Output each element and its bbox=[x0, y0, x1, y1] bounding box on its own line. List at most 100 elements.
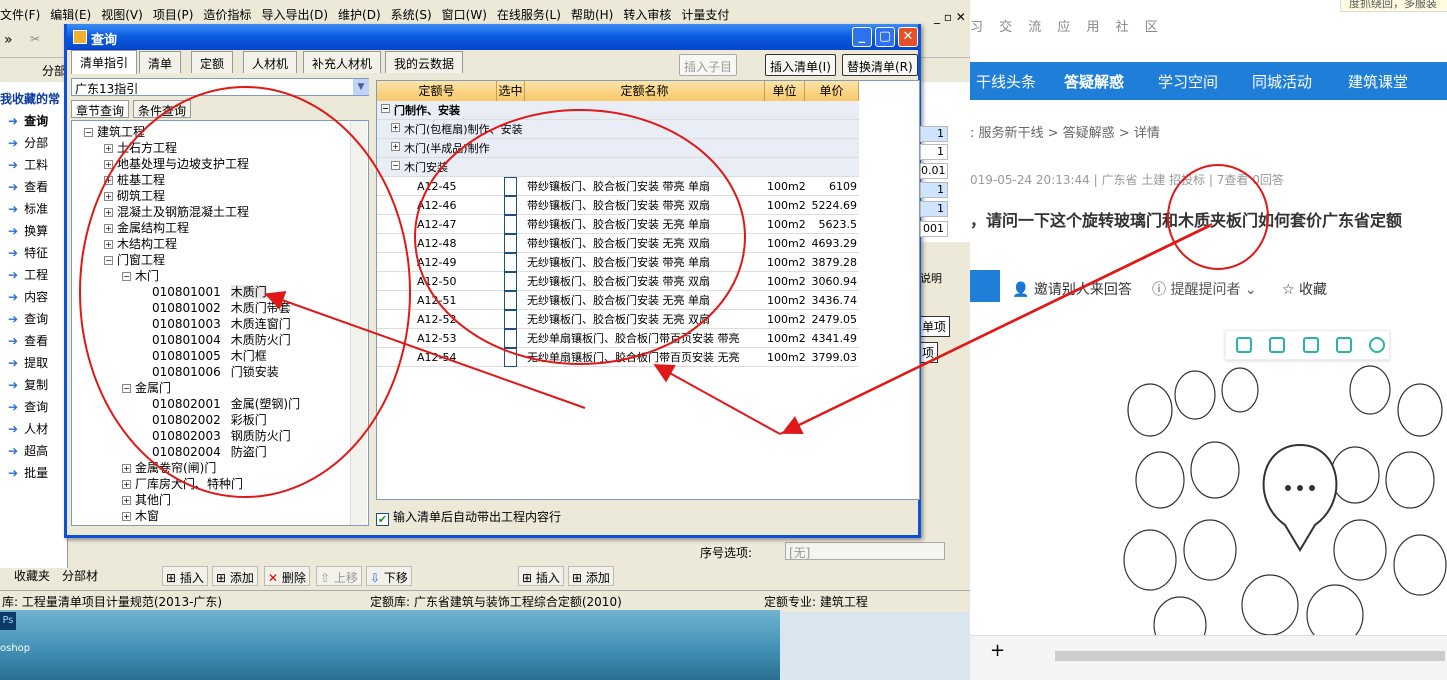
auto-content-option[interactable]: ✔ 输入清单后自动带出工程内容行 bbox=[376, 508, 561, 526]
tree-node[interactable]: + 地基处理与边坡支护工程 bbox=[104, 156, 249, 172]
tree-node[interactable]: + 木窗 bbox=[122, 508, 159, 524]
left-panel-item[interactable]: ➔ 查看 bbox=[8, 178, 48, 195]
favorite-link[interactable]: ☆ 收藏 bbox=[1282, 279, 1327, 299]
tree-node[interactable]: 010802001 金属(塑钢)门 bbox=[152, 396, 300, 412]
tree-node[interactable]: 010801005 木门框 bbox=[152, 348, 267, 364]
chevron-down-icon[interactable]: ▼ bbox=[353, 79, 369, 95]
menu-item[interactable]: 计量支付 bbox=[681, 8, 729, 22]
left-panel-item[interactable]: ➔ 查询 bbox=[8, 398, 48, 415]
overflow-icon[interactable]: » bbox=[4, 32, 13, 48]
table-row[interactable]: A12-53 无纱单扇镶板门、胶合板门带百页安装 带亮 100m2 4341.49 bbox=[377, 329, 859, 348]
collapse-icon[interactable]: − bbox=[104, 256, 113, 265]
left-panel-item[interactable]: ➔ 人材 bbox=[8, 420, 48, 437]
close-button[interactable]: ✕ bbox=[898, 27, 918, 47]
left-panel-item[interactable]: ➜ 查询 bbox=[8, 112, 48, 129]
grid-group-row[interactable]: + 木门(半成品)制作 bbox=[377, 139, 859, 158]
tree-node[interactable]: 010801006 门锁安装 bbox=[152, 364, 279, 380]
expand-icon[interactable]: + bbox=[104, 144, 113, 153]
left-panel-item[interactable]: ➔ 批量 bbox=[8, 464, 48, 481]
table-row[interactable]: A12-50 无纱镶板门、胶合板门安装 带亮 双扇 100m2 3060.94 bbox=[377, 272, 859, 291]
expand-icon[interactable]: + bbox=[122, 496, 131, 505]
menu-item[interactable]: 编辑(E) bbox=[50, 8, 91, 22]
nav-item-headline[interactable]: 干线头条 bbox=[976, 71, 1036, 92]
grid-header[interactable]: 定额名称 bbox=[525, 81, 765, 101]
tree-scrollbar[interactable] bbox=[350, 121, 367, 525]
expand-icon[interactable]: + bbox=[104, 176, 113, 185]
menu-item[interactable]: 在线服务(L) bbox=[497, 8, 561, 22]
add-button-2[interactable]: ⊞ 添加 bbox=[568, 566, 614, 586]
left-panel-item[interactable]: ➔ 内容 bbox=[8, 288, 48, 305]
insert-button-2[interactable]: ⊞ 插入 bbox=[518, 566, 564, 586]
left-panel-item[interactable]: ➔ 超高 bbox=[8, 442, 48, 459]
left-panel-item[interactable]: ➔ 复制 bbox=[8, 376, 48, 393]
seq-option-select[interactable]: [无] bbox=[785, 542, 945, 560]
add-button[interactable]: ⊞ 添加 bbox=[212, 566, 258, 586]
tree-node[interactable]: − 木门 bbox=[122, 268, 159, 284]
select-checkbox[interactable] bbox=[504, 215, 517, 234]
maximize-button[interactable]: ▢ bbox=[875, 27, 895, 47]
expand-icon[interactable]: + bbox=[104, 160, 113, 169]
table-row[interactable]: A12-52 无纱镶板门、胶合板门安装 无亮 双扇 100m2 2479.05 bbox=[377, 310, 859, 329]
horizontal-scrollbar[interactable] bbox=[1055, 651, 1445, 661]
table-row[interactable]: A12-48 带纱镶板门、胶合板门安装 无亮 双扇 100m2 4693.29 bbox=[377, 234, 859, 253]
left-panel-item[interactable]: ➔ 分部 bbox=[8, 134, 48, 151]
left-panel-item[interactable]: ➔ 工料 bbox=[8, 156, 48, 173]
nav-item-local-events[interactable]: 同城活动 bbox=[1252, 71, 1312, 92]
expand-icon[interactable]: + bbox=[104, 240, 113, 249]
table-row[interactable]: A12-49 无纱镶板门、胶合板门安装 带亮 单扇 100m2 3879.28 bbox=[377, 253, 859, 272]
tree-node[interactable]: + 木结构工程 bbox=[104, 236, 177, 252]
single-item-button[interactable]: 单项 bbox=[918, 316, 951, 337]
table-row[interactable]: A12-54 无纱单扇镶板门、胶合板门带百页安装 无亮 100m2 3799.03 bbox=[377, 348, 859, 367]
collapse-icon[interactable]: − bbox=[122, 384, 131, 393]
menu-item[interactable]: 帮助(H) bbox=[571, 8, 613, 22]
answer-button[interactable] bbox=[970, 270, 1000, 302]
select-checkbox[interactable] bbox=[504, 329, 517, 348]
move-up-button[interactable]: ⇧ 上移 bbox=[316, 566, 362, 586]
menu-item[interactable]: 视图(V) bbox=[101, 8, 143, 22]
table-row[interactable]: A12-46 带纱镶板门、胶合板门安装 带亮 双扇 100m2 5224.69 bbox=[377, 196, 859, 215]
tree-node[interactable]: 010801002 木质门带套 bbox=[152, 300, 291, 316]
tree-node[interactable]: + 混凝土及钢筋混凝土工程 bbox=[104, 204, 249, 220]
tab-favorites[interactable]: 收藏夹 bbox=[14, 567, 50, 584]
select-checkbox[interactable] bbox=[504, 348, 517, 367]
value-cell[interactable]: 1 bbox=[920, 182, 948, 198]
grid-group-row[interactable]: − 门制作、安装 bbox=[377, 101, 859, 120]
menu-item[interactable]: 窗口(W) bbox=[442, 8, 487, 22]
tree-node[interactable]: − 门窗工程 bbox=[104, 252, 165, 268]
left-panel-item[interactable]: ➔ 标准 bbox=[8, 200, 48, 217]
left-panel-item[interactable]: ➔ 提取 bbox=[8, 354, 48, 371]
menu-item[interactable]: 造价指标 bbox=[203, 8, 251, 22]
value-cell[interactable]: 1 bbox=[920, 126, 948, 142]
tab-labor-material[interactable]: 人材机 bbox=[243, 51, 298, 73]
grid-group-row[interactable]: − 木门安装 bbox=[377, 158, 859, 177]
menu-item[interactable]: 系统(S) bbox=[391, 8, 432, 22]
tree-node[interactable]: + 金属结构工程 bbox=[104, 220, 189, 236]
grid-header[interactable]: 单位 bbox=[765, 81, 805, 101]
expand-icon[interactable]: + bbox=[104, 224, 113, 233]
expand-icon[interactable]: + bbox=[122, 480, 131, 489]
tab-condition-query[interactable]: 条件查询 bbox=[133, 100, 192, 118]
expand-icon[interactable]: + bbox=[104, 208, 113, 217]
table-row[interactable]: A12-51 无纱镶板门、胶合板门安装 无亮 单扇 100m2 3436.74 bbox=[377, 291, 859, 310]
plus-icon[interactable]: + bbox=[990, 640, 1005, 661]
expand-icon[interactable]: + bbox=[104, 192, 113, 201]
cut-icon[interactable]: ✂ bbox=[30, 32, 40, 46]
tree-node[interactable]: 010802002 彩板门 bbox=[152, 412, 267, 428]
tree-node[interactable]: 010801004 木质防火门 bbox=[152, 332, 291, 348]
tree-node[interactable]: + 砌筑工程 bbox=[104, 188, 165, 204]
select-checkbox[interactable] bbox=[504, 253, 517, 272]
invite-link[interactable]: 👤 邀请别人来回答 bbox=[1012, 279, 1132, 299]
expand-icon[interactable]: + bbox=[391, 142, 400, 151]
grid-header[interactable]: 单价 bbox=[805, 81, 859, 101]
tab-supplement[interactable]: 补充人材机 bbox=[303, 51, 382, 73]
delete-button[interactable]: ✕ 删除 bbox=[264, 566, 310, 586]
value-cell[interactable]: 0.01 bbox=[920, 163, 948, 179]
expand-icon[interactable]: + bbox=[122, 512, 131, 521]
expand-icon[interactable]: + bbox=[391, 123, 400, 132]
collapse-icon[interactable]: − bbox=[84, 128, 93, 137]
select-checkbox[interactable] bbox=[504, 177, 517, 196]
tab-fenbucai[interactable]: 分部材 bbox=[62, 567, 98, 584]
collapse-icon[interactable]: − bbox=[122, 272, 131, 281]
remind-link[interactable]: ⓘ 提醒提问者 ⌄ bbox=[1152, 279, 1257, 299]
left-panel-item[interactable]: ➔ 查看 bbox=[8, 332, 48, 349]
